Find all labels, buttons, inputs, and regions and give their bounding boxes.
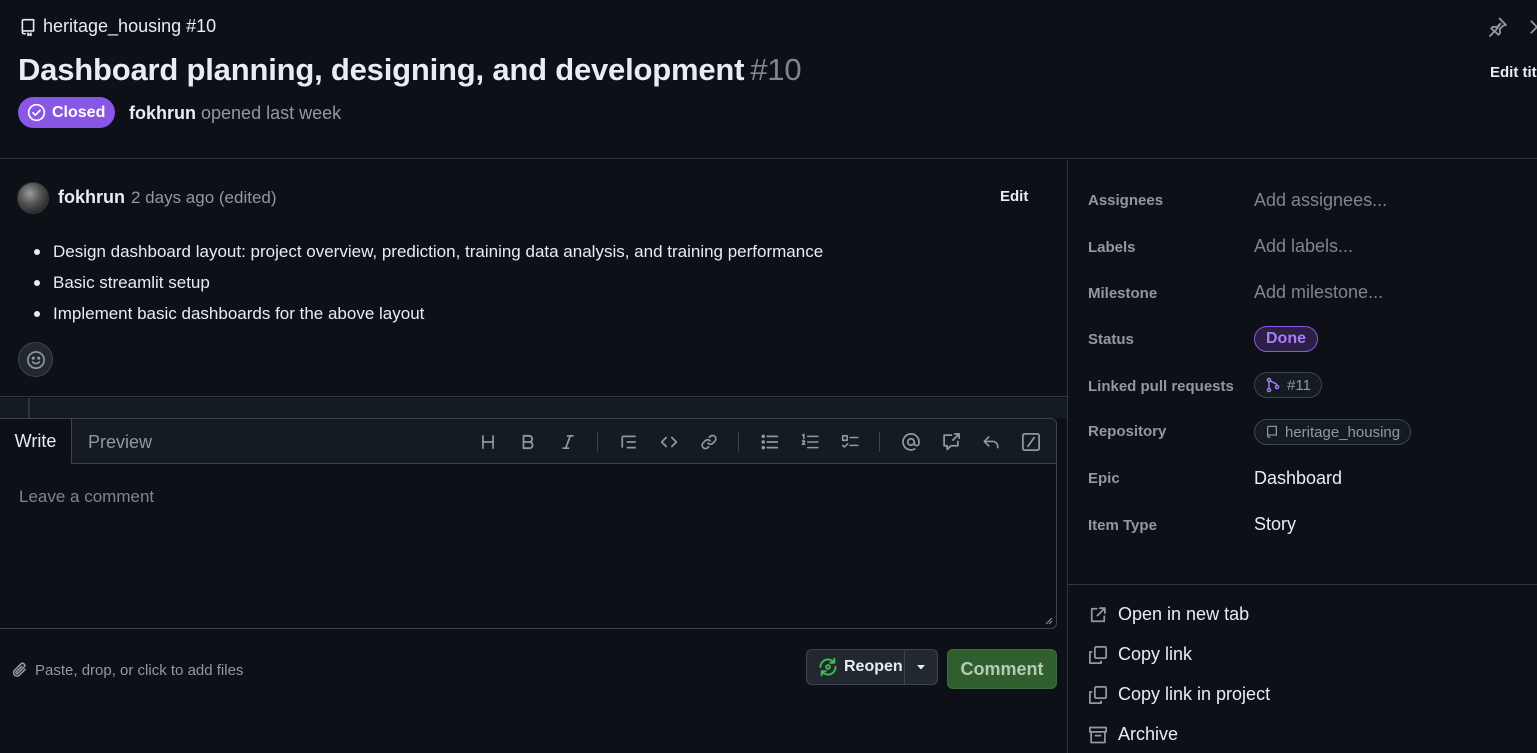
repo-icon (1265, 424, 1279, 440)
ordered-list-icon[interactable] (798, 430, 822, 454)
copy-link-in-project-action[interactable]: Copy link in project (1088, 684, 1270, 705)
epic-field[interactable]: Dashboard (1254, 468, 1342, 489)
timeline-gap (0, 398, 1067, 418)
assignees-field[interactable]: Add assignees... (1254, 190, 1387, 211)
field-label-labels: Labels (1088, 239, 1136, 256)
archive-icon (1088, 725, 1108, 745)
pull-request-icon (1265, 377, 1281, 393)
copy-icon (1088, 685, 1108, 705)
issue-state-badge: Closed (18, 97, 116, 128)
editor-toolbar: Write Preview (0, 419, 1056, 464)
linked-pr-token[interactable]: #11 (1254, 372, 1322, 398)
field-label-assignees: Assignees (1088, 192, 1164, 209)
archive-label: Archive (1118, 724, 1179, 744)
edit-title-button[interactable]: Edit title (1490, 64, 1537, 81)
reopen-button-group: Reopen (806, 649, 938, 685)
comment-author[interactable]: fokhrun (58, 187, 125, 208)
reopen-label: Reopen (844, 658, 903, 675)
smiley-icon (26, 350, 46, 370)
paperclip-icon (11, 661, 29, 679)
tab-preview[interactable]: Preview (88, 432, 152, 453)
reopen-icon (817, 656, 839, 678)
reopen-button[interactable]: Reopen (807, 650, 905, 684)
avatar[interactable] (17, 182, 49, 214)
repo-icon (19, 17, 37, 37)
repository-token[interactable]: heritage_housing (1254, 419, 1412, 445)
open-in-new-tab-label: Open in new tab (1118, 604, 1250, 624)
unordered-list-icon[interactable] (758, 430, 782, 454)
pin-icon[interactable] (1486, 16, 1510, 40)
heading-icon[interactable] (476, 430, 500, 454)
attach-files-label: Paste, drop, or click to add files (35, 661, 244, 679)
issue-body-pane: fokhrun 2 days ago (edited) Edit Design … (0, 160, 1067, 753)
list-item: Design dashboard layout: project overvie… (34, 236, 1053, 267)
copy-link-in-project-label: Copy link in project (1118, 684, 1271, 704)
comment-body: Design dashboard layout: project overvie… (34, 236, 1053, 329)
resize-handle-icon[interactable] (1045, 617, 1053, 625)
tab-write[interactable]: Write (0, 419, 72, 464)
reference-icon[interactable] (939, 430, 963, 454)
code-icon[interactable] (657, 430, 681, 454)
comment-timestamp[interactable]: 2 days ago (edited) (131, 188, 277, 208)
issue-title: Dashboard planning, designing, and devel… (18, 52, 802, 88)
field-label-linked-prs: Linked pull requests (1088, 378, 1234, 395)
issue-title-text: Dashboard planning, designing, and devel… (18, 52, 745, 87)
issue-number: #10 (750, 52, 802, 87)
milestone-field[interactable]: Add milestone... (1254, 282, 1383, 303)
comment-button[interactable]: Comment (947, 649, 1057, 689)
attach-files[interactable]: Paste, drop, or click to add files (11, 661, 243, 679)
repo-reference-text: heritage_housing #10 (43, 16, 217, 36)
sidebar-divider (1068, 584, 1537, 585)
issue-opened-text: opened last week (201, 103, 342, 123)
field-label-repository: Repository (1088, 423, 1167, 440)
copy-link-label: Copy link (1118, 644, 1193, 664)
item-type-field[interactable]: Story (1254, 514, 1296, 535)
mention-icon[interactable] (899, 430, 923, 454)
toolbar-divider (738, 432, 739, 452)
check-circle-icon (27, 103, 46, 122)
linked-pr-number: #11 (1287, 376, 1311, 394)
link-icon[interactable] (697, 430, 721, 454)
toolbar-divider (597, 432, 598, 452)
status-badge[interactable]: Done (1254, 326, 1318, 352)
open-in-new-tab-action[interactable]: Open in new tab (1088, 604, 1249, 625)
field-label-epic: Epic (1088, 470, 1120, 487)
close-icon[interactable] (1527, 16, 1537, 40)
task-list-icon[interactable] (838, 430, 862, 454)
quote-icon[interactable] (617, 430, 641, 454)
copy-icon (1088, 645, 1108, 665)
field-label-milestone: Milestone (1088, 285, 1158, 302)
list-item: Implement basic dashboards for the above… (34, 298, 1053, 329)
repo-reference[interactable]: heritage_housing #10 (19, 16, 216, 37)
item-sidebar: Assignees Add assignees... Labels Add la… (1067, 160, 1537, 753)
list-item: Basic streamlit setup (34, 267, 1053, 298)
issue-author[interactable]: fokhrun (129, 103, 196, 123)
bold-icon[interactable] (516, 430, 540, 454)
issue-state-label: Closed (52, 103, 106, 121)
comment-editor: Write Preview Leave a comment (0, 418, 1057, 629)
field-label-status: Status (1088, 331, 1134, 348)
add-reaction-button[interactable] (18, 342, 53, 377)
copy-link-action[interactable]: Copy link (1088, 644, 1192, 665)
chevron-down-icon[interactable] (905, 650, 937, 684)
comment-input[interactable]: Leave a comment (19, 487, 154, 507)
reply-icon[interactable] (979, 430, 1003, 454)
italic-icon[interactable] (556, 430, 580, 454)
slash-command-icon[interactable] (1019, 430, 1043, 454)
issue-meta: fokhrun opened last week (129, 103, 341, 124)
repository-name: heritage_housing (1285, 423, 1401, 441)
external-link-icon (1088, 605, 1108, 625)
labels-field[interactable]: Add labels... (1254, 236, 1353, 257)
field-label-item-type: Item Type (1088, 517, 1157, 534)
timeline-line (28, 398, 30, 418)
issue-header: heritage_housing #10 Dashboard planning,… (0, 0, 1537, 159)
edit-comment-button[interactable]: Edit (1000, 188, 1028, 205)
archive-action[interactable]: Archive (1088, 724, 1178, 745)
toolbar-divider (879, 432, 880, 452)
issue-comment: fokhrun 2 days ago (edited) Edit Design … (0, 160, 1067, 397)
